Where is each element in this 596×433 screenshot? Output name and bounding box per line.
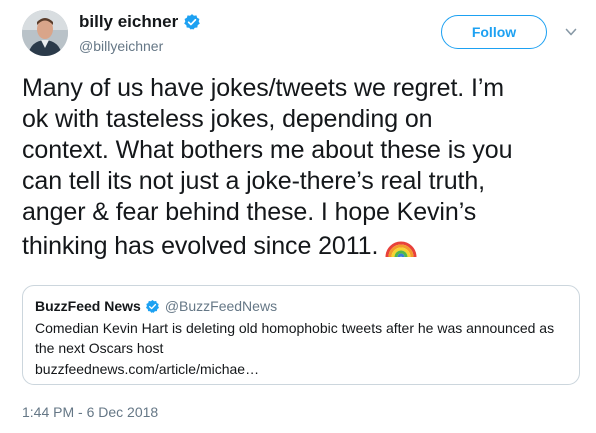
author-handle[interactable]: @billyeichner [79, 38, 201, 54]
quoted-tweet-card[interactable]: BuzzFeed News @BuzzFeedNews Comedian Kev… [22, 285, 580, 385]
display-name-row: billy eichner [79, 11, 201, 33]
follow-button[interactable]: Follow [441, 15, 547, 49]
quoted-tweet-link[interactable]: buzzfeednews.com/article/michae… [35, 359, 567, 379]
tweet-text: Many of us have jokes/tweets we regret. … [22, 73, 588, 262]
tweet-timestamp[interactable]: 1:44 PM - 6 Dec 2018 [22, 404, 158, 420]
tweet-line: ok with tasteless jokes, depending on [22, 105, 433, 133]
avatar-image [22, 10, 68, 56]
author-block: billy eichner @billyeichner [79, 11, 201, 54]
tweet-line: thinking has evolved since 2011. [22, 232, 379, 260]
quoted-tweet-handle: @BuzzFeedNews [164, 298, 278, 314]
chevron-down-icon[interactable] [565, 27, 577, 37]
quoted-tweet-text: Comedian Kevin Hart is deleting old homo… [35, 320, 555, 356]
tweet-line: Many of us have jokes/tweets we regret. … [22, 74, 505, 102]
verified-badge-icon [184, 14, 201, 30]
avatar[interactable] [22, 10, 68, 56]
rainbow-icon [385, 241, 417, 258]
tweet-last-line: thinking has evolved since 2011. [22, 228, 588, 262]
quoted-tweet-name: BuzzFeed News [35, 298, 141, 314]
display-name[interactable]: billy eichner [79, 12, 178, 32]
tweet-line: can tell its not just a joke-there’s rea… [22, 167, 486, 195]
quoted-tweet-header: BuzzFeed News @BuzzFeedNews [35, 297, 567, 315]
tweet-line: anger & fear behind these. I hope Kevin’… [22, 198, 477, 226]
verified-badge-icon [145, 299, 159, 313]
tweet-line: context. What bothers me about these is … [22, 136, 513, 164]
